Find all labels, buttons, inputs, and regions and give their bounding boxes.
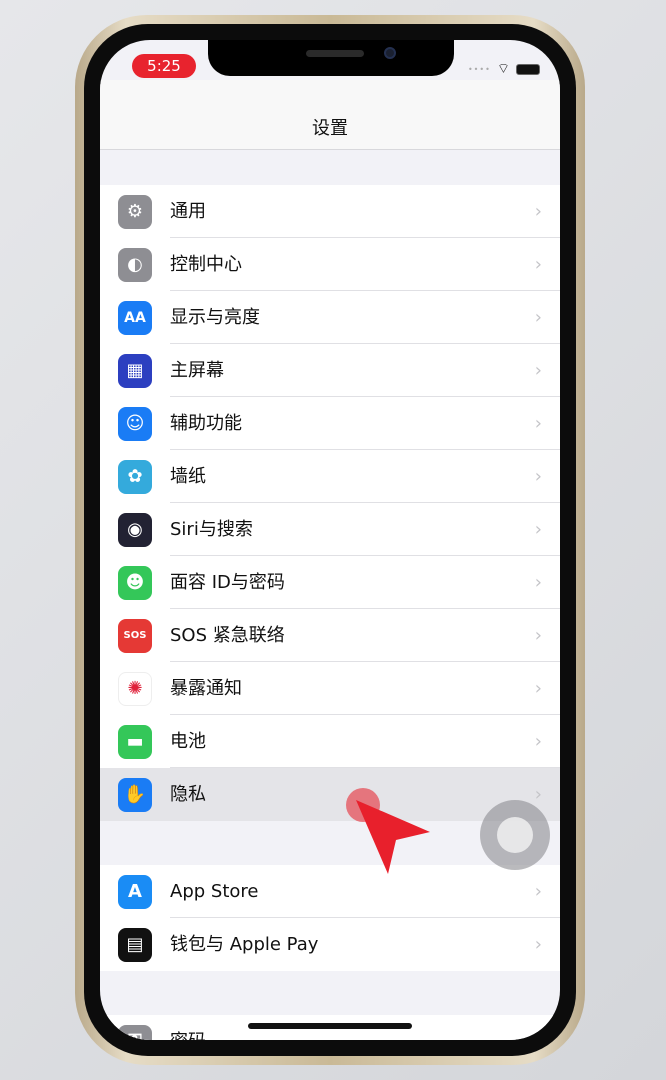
row-label: 显示与亮度 — [170, 291, 560, 344]
row-label: 辅助功能 — [170, 397, 560, 450]
settings-row[interactable]: ✺ 暴露通知 › — [100, 662, 560, 715]
row-label: 控制中心 — [170, 238, 560, 291]
row-label: 暴露通知 — [170, 662, 560, 715]
signal-icon: •••• — [467, 64, 491, 74]
face-id-icon: ☻ — [118, 565, 152, 600]
home-indicator[interactable] — [248, 1023, 412, 1029]
wallet-icon: ▤ — [118, 927, 152, 962]
settings-group-2: A App Store › ▤ 钱包与 Apple Pay › — [100, 865, 560, 971]
chevron-right-icon: › — [534, 572, 542, 593]
assistive-touch-button[interactable] — [480, 800, 550, 870]
speaker — [306, 50, 364, 57]
row-label: SOS 紧急联络 — [170, 609, 560, 662]
chevron-right-icon: › — [534, 519, 542, 540]
gear-icon: ⚙ — [118, 194, 152, 229]
text-size-icon: AA — [118, 300, 152, 335]
settings-row[interactable]: ▤ 钱包与 Apple Pay › — [100, 918, 560, 971]
row-label: 面容 ID与密码 — [170, 556, 560, 609]
status-icons: •••• ⌔ — [468, 60, 540, 78]
chevron-right-icon: › — [534, 678, 542, 699]
chevron-right-icon: › — [534, 307, 542, 328]
row-label: 通用 — [170, 185, 560, 238]
settings-row[interactable]: SOS SOS 紧急联络 › — [100, 609, 560, 662]
chevron-right-icon: › — [534, 934, 542, 955]
settings-row[interactable]: ◐ 控制中心 › — [100, 238, 560, 291]
chevron-right-icon: › — [534, 254, 542, 275]
notch — [208, 40, 454, 76]
screen: 设置 5:25 •••• ⌔ ⚙ 通用 › ◐ 控制中心 › AA 显示与亮度 › ▦ 主屏幕 › ☺ 辅… — [100, 40, 560, 1040]
page-title: 设置 — [312, 118, 348, 139]
settings-row[interactable]: A App Store › — [100, 865, 560, 918]
chevron-right-icon: › — [534, 731, 542, 752]
chevron-right-icon: › — [535, 1031, 542, 1040]
chevron-right-icon: › — [534, 413, 542, 434]
settings-row[interactable]: ☻ 面容 ID与密码 › — [100, 556, 560, 609]
chevron-right-icon: › — [534, 784, 542, 805]
settings-row[interactable]: ⚙ 通用 › — [100, 185, 560, 238]
settings-row[interactable]: ☺ 辅助功能 › — [100, 397, 560, 450]
exposure-icon: ✺ — [118, 671, 152, 706]
chevron-right-icon: › — [534, 881, 542, 902]
key-icon: ⚿ — [118, 1024, 152, 1040]
hand-icon: ✋ — [118, 777, 152, 812]
settings-row[interactable]: ◉ Siri与搜索 › — [100, 503, 560, 556]
settings-row[interactable]: ▦ 主屏幕 › — [100, 344, 560, 397]
row-label: Siri与搜索 — [170, 503, 560, 556]
chevron-right-icon: › — [534, 625, 542, 646]
camera — [384, 47, 396, 59]
row-label: 电池 — [170, 715, 560, 768]
flower-icon: ✿ — [118, 459, 152, 494]
row-label: 墙纸 — [170, 450, 560, 503]
settings-row[interactable]: ▬ 电池 › — [100, 715, 560, 768]
row-label: 钱包与 Apple Pay — [170, 934, 319, 955]
pointer-arrow-icon — [356, 800, 430, 874]
app-store-icon: A — [118, 874, 152, 909]
toggles-icon: ◐ — [118, 247, 152, 282]
sos-icon: SOS — [118, 618, 152, 653]
wifi-icon: ⌔ — [496, 61, 510, 77]
chevron-right-icon: › — [534, 360, 542, 381]
chevron-right-icon: › — [534, 201, 542, 222]
accessibility-icon: ☺ — [118, 406, 152, 441]
settings-row[interactable]: ✿ 墙纸 › — [100, 450, 560, 503]
battery-status-icon — [516, 63, 540, 75]
siri-icon: ◉ — [118, 512, 152, 547]
status-time: 5:25 — [132, 54, 196, 78]
home-grid-icon: ▦ — [118, 353, 152, 388]
settings-group-1: ⚙ 通用 › ◐ 控制中心 › AA 显示与亮度 › ▦ 主屏幕 › ☺ 辅助功能 › ✿ 墙纸 › ◉ Siri与搜… — [100, 185, 560, 821]
battery-icon: ▬ — [118, 724, 152, 759]
settings-row[interactable]: AA 显示与亮度 › — [100, 291, 560, 344]
row-label: 主屏幕 — [170, 344, 560, 397]
chevron-right-icon: › — [534, 466, 542, 487]
